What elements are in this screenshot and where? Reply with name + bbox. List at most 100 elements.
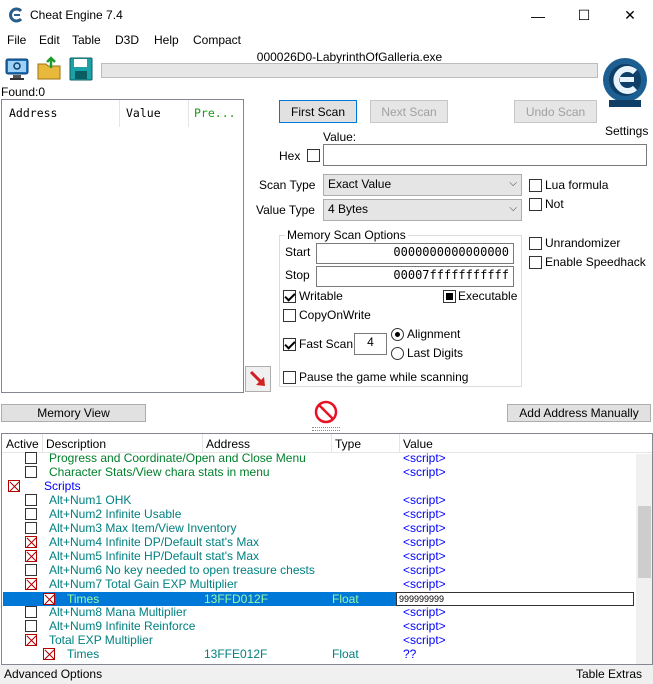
open-file-button[interactable] (36, 56, 64, 82)
scan-type-select[interactable]: Exact Value ⌵ (323, 174, 522, 196)
address-table[interactable]: Active Description Address Type Value Pr… (1, 433, 653, 665)
menu-d3d[interactable]: D3D (115, 33, 139, 47)
add-address-manually-button[interactable]: Add Address Manually (507, 404, 651, 422)
scrollbar-thumb[interactable] (638, 506, 651, 578)
row-active-checkbox[interactable] (25, 620, 37, 632)
row-active-checkbox[interactable] (25, 452, 37, 464)
row-active-checkbox[interactable] (8, 480, 20, 492)
menu-edit[interactable]: Edit (39, 33, 60, 47)
scan-type-label: Scan Type (259, 178, 316, 192)
row-description: Alt+Num1 OHK (49, 493, 132, 507)
row-active-checkbox[interactable] (25, 536, 37, 548)
row-value: <script> (403, 549, 446, 563)
not-checkbox[interactable] (529, 198, 542, 211)
table-row[interactable]: Total EXP Multiplier <script> (3, 633, 633, 647)
header-type[interactable]: Type (335, 437, 361, 451)
alignment-radio[interactable] (391, 328, 404, 341)
result-header-value[interactable]: Value (126, 106, 161, 120)
row-active-checkbox[interactable] (25, 606, 37, 618)
start-address-input[interactable]: 0000000000000000 (316, 243, 514, 264)
hex-checkbox[interactable] (307, 149, 320, 162)
menu-help[interactable]: Help (154, 33, 179, 47)
close-button[interactable]: ✕ (607, 0, 653, 31)
value-type-select[interactable]: 4 Bytes ⌵ (323, 199, 522, 221)
table-row[interactable]: Alt+Num7 Total Gain EXP Multiplier <scri… (3, 577, 633, 591)
not-label: Not (545, 197, 564, 211)
select-process-button[interactable] (3, 56, 31, 82)
row-value: <script> (403, 507, 446, 521)
table-row[interactable]: Scripts (3, 479, 633, 493)
executable-checkbox[interactable] (443, 290, 456, 303)
last-digits-radio[interactable] (391, 347, 404, 360)
result-header-address[interactable]: Address (9, 106, 57, 120)
cheat-engine-app-icon (8, 7, 24, 23)
cheat-engine-logo[interactable] (600, 50, 650, 122)
table-row[interactable]: Alt+Num4 Infinite DP/Default stat's Max … (3, 535, 633, 549)
table-row[interactable]: Alt+Num8 Mana Multiplier <script> (3, 605, 633, 619)
cheat-engine-logo-icon (603, 58, 647, 107)
row-active-checkbox[interactable] (25, 494, 37, 506)
header-description[interactable]: Description (46, 437, 106, 451)
row-description: Alt+Num6 No key needed to open treasure … (49, 563, 315, 577)
table-row[interactable]: Progress and Coordinate/Open and Close M… (3, 451, 633, 465)
scan-progress-bar (101, 63, 598, 78)
menu-file[interactable]: File (7, 33, 26, 47)
row-active-checkbox[interactable] (25, 550, 37, 562)
table-row[interactable]: Alt+Num9 Infinite Reinforce <script> (3, 619, 633, 633)
value-input[interactable] (323, 144, 647, 166)
table-row[interactable]: Alt+Num6 No key needed to open treasure … (3, 563, 633, 577)
next-scan-button[interactable]: Next Scan (370, 100, 448, 123)
scan-result-list[interactable]: Address Value Pre... (1, 99, 244, 393)
row-active-checkbox[interactable] (25, 634, 37, 646)
row-address: 13FFD012F (204, 592, 269, 606)
row-active-checkbox[interactable] (25, 578, 37, 590)
row-active-checkbox[interactable] (25, 508, 37, 520)
writable-checkbox[interactable] (283, 290, 296, 303)
table-extras-link[interactable]: Table Extras (576, 667, 642, 681)
row-active-checkbox[interactable] (25, 522, 37, 534)
maximize-button[interactable]: ☐ (561, 0, 607, 31)
row-value-edit-field[interactable]: 999999999 (396, 592, 634, 606)
table-row[interactable]: Alt+Num2 Infinite Usable <script> (3, 507, 633, 521)
row-description: Alt+Num9 Infinite Reinforce (49, 619, 196, 633)
menu-table[interactable]: Table (72, 33, 101, 47)
header-active[interactable]: Active (6, 437, 39, 451)
lua-formula-checkbox[interactable] (529, 179, 542, 192)
table-row[interactable]: Alt+Num1 OHK <script> (3, 493, 633, 507)
row-active-checkbox[interactable] (43, 593, 55, 605)
stop-button[interactable] (313, 400, 339, 424)
enable-speedhack-checkbox[interactable] (529, 256, 542, 269)
pause-game-checkbox[interactable] (283, 371, 296, 384)
result-header-previous[interactable]: Pre... (194, 106, 236, 120)
add-to-list-button[interactable] (245, 366, 271, 392)
value-type-label: Value Type (256, 203, 315, 217)
memory-view-button[interactable]: Memory View (1, 404, 146, 422)
header-address[interactable]: Address (206, 437, 250, 451)
advanced-options-link[interactable]: Advanced Options (4, 667, 102, 681)
lua-formula-label: Lua formula (545, 178, 609, 192)
row-active-checkbox[interactable] (43, 648, 55, 660)
splitter-handle[interactable] (312, 427, 340, 431)
stop-address-input[interactable]: 00007fffffffffff (316, 266, 514, 287)
vertical-scrollbar[interactable] (636, 454, 652, 664)
fast-scan-input[interactable]: 4 (354, 333, 387, 355)
row-description: Total EXP Multiplier (49, 633, 153, 647)
row-active-checkbox[interactable] (25, 466, 37, 478)
fast-scan-checkbox[interactable] (283, 338, 296, 351)
table-row[interactable]: Alt+Num5 Infinite HP/Default stat's Max … (3, 549, 633, 563)
table-row[interactable]: Alt+Num3 Max Item/View Inventory <script… (3, 521, 633, 535)
minimize-button[interactable]: — (515, 0, 561, 31)
undo-scan-button[interactable]: Undo Scan (514, 100, 597, 123)
unrandomizer-checkbox[interactable] (529, 237, 542, 250)
table-row[interactable]: Times 13FFE012F Float ?? (3, 647, 633, 661)
save-file-button[interactable] (67, 56, 95, 82)
table-row-selected[interactable]: Times 13FFD012F Float 999999999 (3, 592, 634, 606)
first-scan-button[interactable]: First Scan (279, 100, 357, 123)
menu-compact[interactable]: Compact (193, 33, 241, 47)
settings-label[interactable]: Settings (605, 124, 648, 138)
table-row[interactable]: Character Stats/View chara stats in menu… (3, 465, 633, 479)
row-value: <script> (403, 563, 446, 577)
header-value[interactable]: Value (403, 437, 433, 451)
row-active-checkbox[interactable] (25, 564, 37, 576)
copy-on-write-checkbox[interactable] (283, 309, 296, 322)
